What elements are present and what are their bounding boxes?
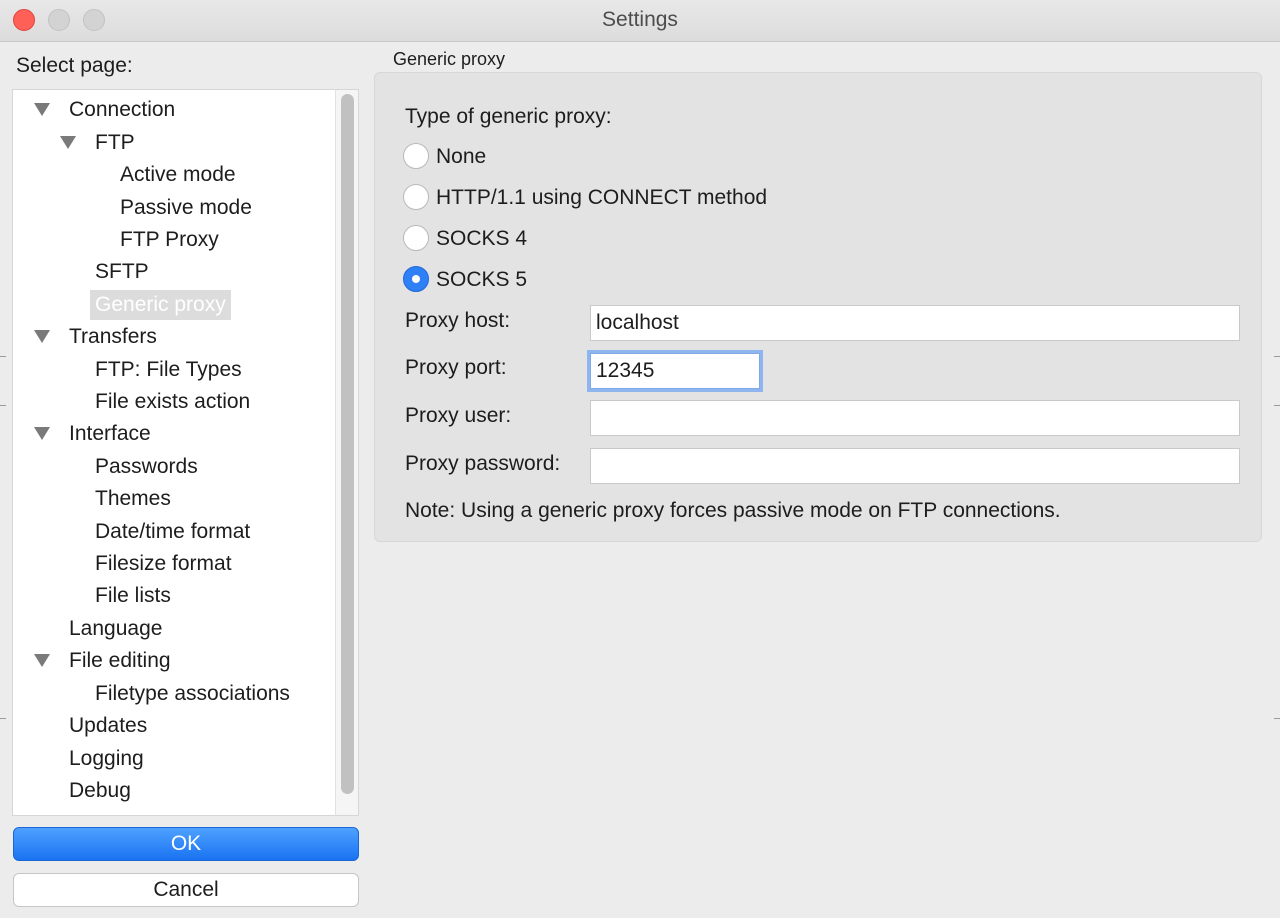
tree-item-file-exists-action[interactable]: File exists action — [90, 387, 255, 417]
expand-arrow-icon[interactable] — [60, 136, 76, 149]
expand-arrow-icon[interactable] — [34, 103, 50, 116]
radio-http-connect[interactable] — [403, 184, 429, 210]
window-edge-mark — [1274, 405, 1280, 406]
window-edge-mark — [1274, 356, 1280, 357]
radio-none[interactable] — [403, 143, 429, 169]
radio-socks5[interactable] — [403, 266, 429, 292]
tree-item-filetype-associations[interactable]: Filetype associations — [90, 679, 295, 709]
tree-item-file-editing[interactable]: File editing — [64, 646, 176, 676]
tree-item-logging[interactable]: Logging — [64, 744, 149, 774]
ok-button[interactable]: OK — [13, 827, 359, 861]
window-edge-mark — [0, 405, 6, 406]
radio-none-label[interactable]: None — [436, 145, 486, 169]
proxy-port-label: Proxy port: — [405, 356, 507, 379]
tree-scrollbar[interactable] — [335, 89, 359, 816]
tree-item-sftp[interactable]: SFTP — [90, 257, 154, 287]
proxy-password-input[interactable] — [590, 448, 1240, 484]
proxy-port-input[interactable] — [590, 353, 760, 389]
window-title: Settings — [602, 8, 678, 31]
proxy-note: Note: Using a generic proxy forces passi… — [405, 499, 1061, 522]
window-edge-mark — [0, 356, 6, 357]
tree-item-filesize-format[interactable]: Filesize format — [90, 549, 237, 579]
expand-arrow-icon[interactable] — [34, 654, 50, 667]
tree-item-passwords[interactable]: Passwords — [90, 452, 203, 482]
radio-socks4-label[interactable]: SOCKS 4 — [436, 227, 527, 251]
radio-socks5-label[interactable]: SOCKS 5 — [436, 268, 527, 292]
proxy-type-label: Type of generic proxy: — [405, 105, 612, 128]
window-edge-mark — [1274, 718, 1280, 719]
tree-item-themes[interactable]: Themes — [90, 484, 176, 514]
tree-item-debug[interactable]: Debug — [64, 776, 136, 806]
radio-socks4[interactable] — [403, 225, 429, 251]
tree-item-file-lists[interactable]: File lists — [90, 581, 176, 611]
window-edge-mark — [0, 718, 6, 719]
proxy-host-label: Proxy host: — [405, 309, 511, 332]
tree-item-ftp[interactable]: FTP — [90, 128, 140, 158]
tree-item-connection[interactable]: Connection — [64, 95, 180, 125]
tree-item-ftp-file-types[interactable]: FTP: File Types — [90, 355, 247, 385]
tree-item-generic-proxy[interactable]: Generic proxy — [90, 290, 231, 320]
group-title: Generic proxy — [393, 49, 506, 69]
settings-page-tree[interactable]: Connection FTP Active mode Passive mode … — [12, 89, 335, 816]
tree-item-passive-mode[interactable]: Passive mode — [115, 193, 257, 223]
tree-item-ftp-proxy[interactable]: FTP Proxy — [115, 225, 224, 255]
proxy-password-label: Proxy password: — [405, 452, 561, 475]
tree-item-updates[interactable]: Updates — [64, 711, 152, 741]
cancel-button[interactable]: Cancel — [13, 873, 359, 907]
expand-arrow-icon[interactable] — [34, 427, 50, 440]
proxy-user-label: Proxy user: — [405, 404, 512, 427]
tree-item-date-time-format[interactable]: Date/time format — [90, 517, 255, 547]
title-bar: Settings — [0, 0, 1280, 42]
tree-item-active-mode[interactable]: Active mode — [115, 160, 241, 190]
tree-item-interface[interactable]: Interface — [64, 419, 156, 449]
expand-arrow-icon[interactable] — [34, 330, 50, 343]
radio-http-connect-label[interactable]: HTTP/1.1 using CONNECT method — [436, 186, 767, 210]
proxy-host-input[interactable] — [590, 305, 1240, 341]
tree-item-language[interactable]: Language — [64, 614, 167, 644]
tree-item-transfers[interactable]: Transfers — [64, 322, 162, 352]
scrollbar-thumb[interactable] — [341, 94, 354, 794]
proxy-user-input[interactable] — [590, 400, 1240, 436]
select-page-label: Select page: — [16, 54, 133, 77]
